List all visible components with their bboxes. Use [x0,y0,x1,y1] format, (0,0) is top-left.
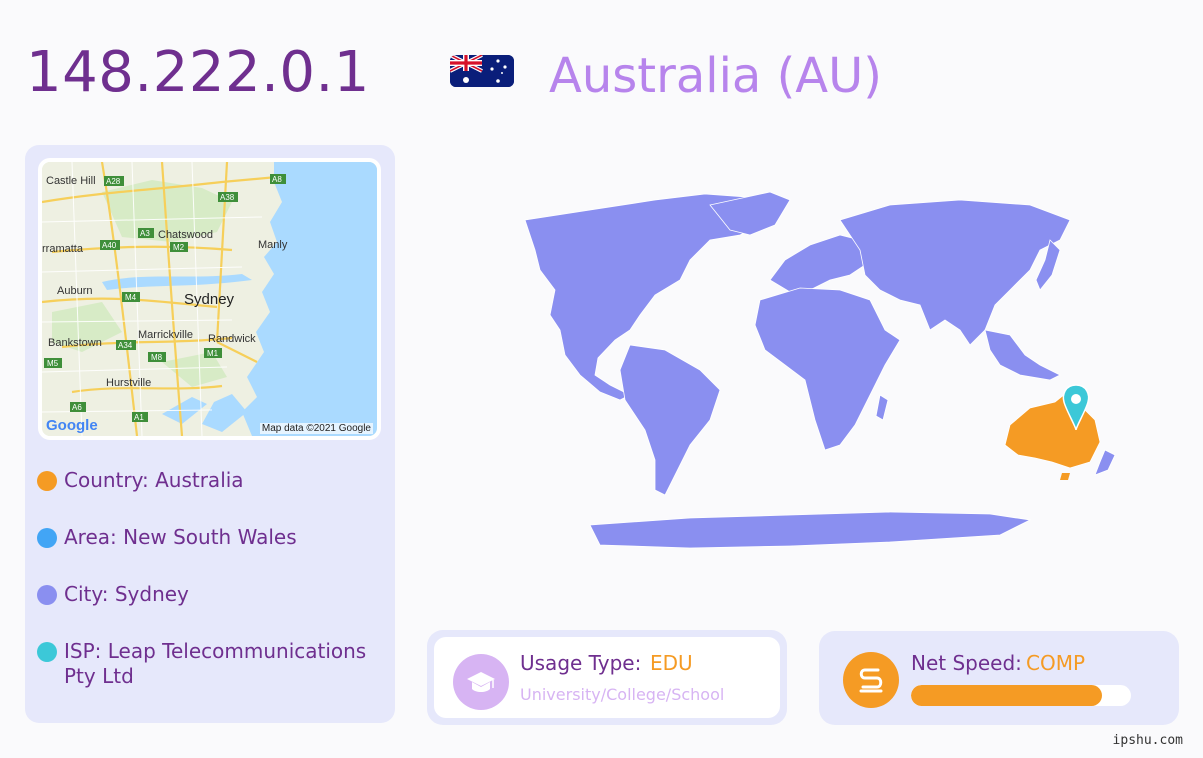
road-label-a6: A6 [72,403,82,412]
city-dot-icon [37,585,57,605]
net-speed-value: COMP [1026,651,1086,675]
info-isp: ISP: Leap Telecommunications Pty Ltd [37,639,387,689]
city-map[interactable]: Castle Hill Chatswood Manly rramatta Aub… [38,158,381,440]
europe-shape [769,234,866,293]
info-country-text: Country: Australia [64,468,244,492]
usage-type-label: Usage Type: [520,651,642,675]
map-label-castle-hill: Castle Hill [46,175,96,187]
map-credit: Map data ©2021 Google [259,423,373,434]
info-country: Country: Australia [37,468,387,493]
road-label-a8: A8 [272,175,282,184]
road-label-a1: A1 [134,413,144,422]
usage-type-description: University/College/School [520,685,725,704]
info-city-text: City: Sydney [64,582,189,606]
map-label-randwick: Randwick [208,333,256,345]
site-watermark: ipshu.com [1112,733,1183,748]
info-isp-text: ISP: Leap Telecommunications Pty Ltd [64,639,367,688]
country-title: Australia (AU) [549,48,882,104]
madagascar-shape [875,394,889,421]
ip-address: 148.222.0.1 [26,40,370,105]
map-label-bankstown: Bankstown [48,337,102,349]
road-label-m8: M8 [151,353,163,362]
map-label-hurstville: Hurstville [106,377,151,389]
road-label-m2: M2 [173,243,185,252]
map-label-auburn: Auburn [57,285,92,297]
usage-type-card: Usage Type: EDU University/College/Schoo… [427,630,787,725]
road-label-m4: M4 [125,293,137,302]
map-label-sydney: Sydney [184,291,235,308]
road-label-a28: A28 [106,177,121,186]
road-label-a40: A40 [102,241,117,250]
net-speed-label: Net Speed: [911,651,1022,675]
country-dot-icon [37,471,57,491]
road-label-m5: M5 [47,359,59,368]
road-label-a34: A34 [118,341,133,350]
road-label-m1: M1 [207,349,219,358]
net-speed-bar-fill [911,685,1103,706]
isp-dot-icon [37,642,57,662]
location-card: Castle Hill Chatswood Manly rramatta Aub… [25,145,395,723]
net-speed-card: Net Speed: COMP [819,631,1179,725]
info-city: City: Sydney [37,582,387,607]
world-map [440,180,1160,560]
road-label-a38: A38 [220,193,235,202]
africa-shape [754,287,901,451]
usage-type-value: EDU [650,651,693,675]
map-label-parramatta: rramatta [42,243,84,255]
south-america-shape [619,344,721,496]
graduation-cap-icon [453,654,509,710]
city-map-graphic: Castle Hill Chatswood Manly rramatta Aub… [42,162,377,436]
map-label-marrickville: Marrickville [138,329,193,341]
map-label-chatswood: Chatswood [158,229,213,241]
google-logo: Google [46,417,98,434]
antarctica-shape [589,511,1032,549]
speed-s-icon [843,652,899,708]
net-speed-bar [911,685,1131,706]
road-label-a3: A3 [140,229,150,238]
southeast-asia-shape [984,329,1061,381]
australia-flag-icon [450,55,514,87]
new-zealand-shape [1094,449,1116,476]
map-label-manly: Manly [258,239,288,251]
tasmania-shape [1060,473,1070,480]
info-area-text: Area: New South Wales [64,525,297,549]
info-area: Area: New South Wales [37,525,387,550]
area-dot-icon [37,528,57,548]
